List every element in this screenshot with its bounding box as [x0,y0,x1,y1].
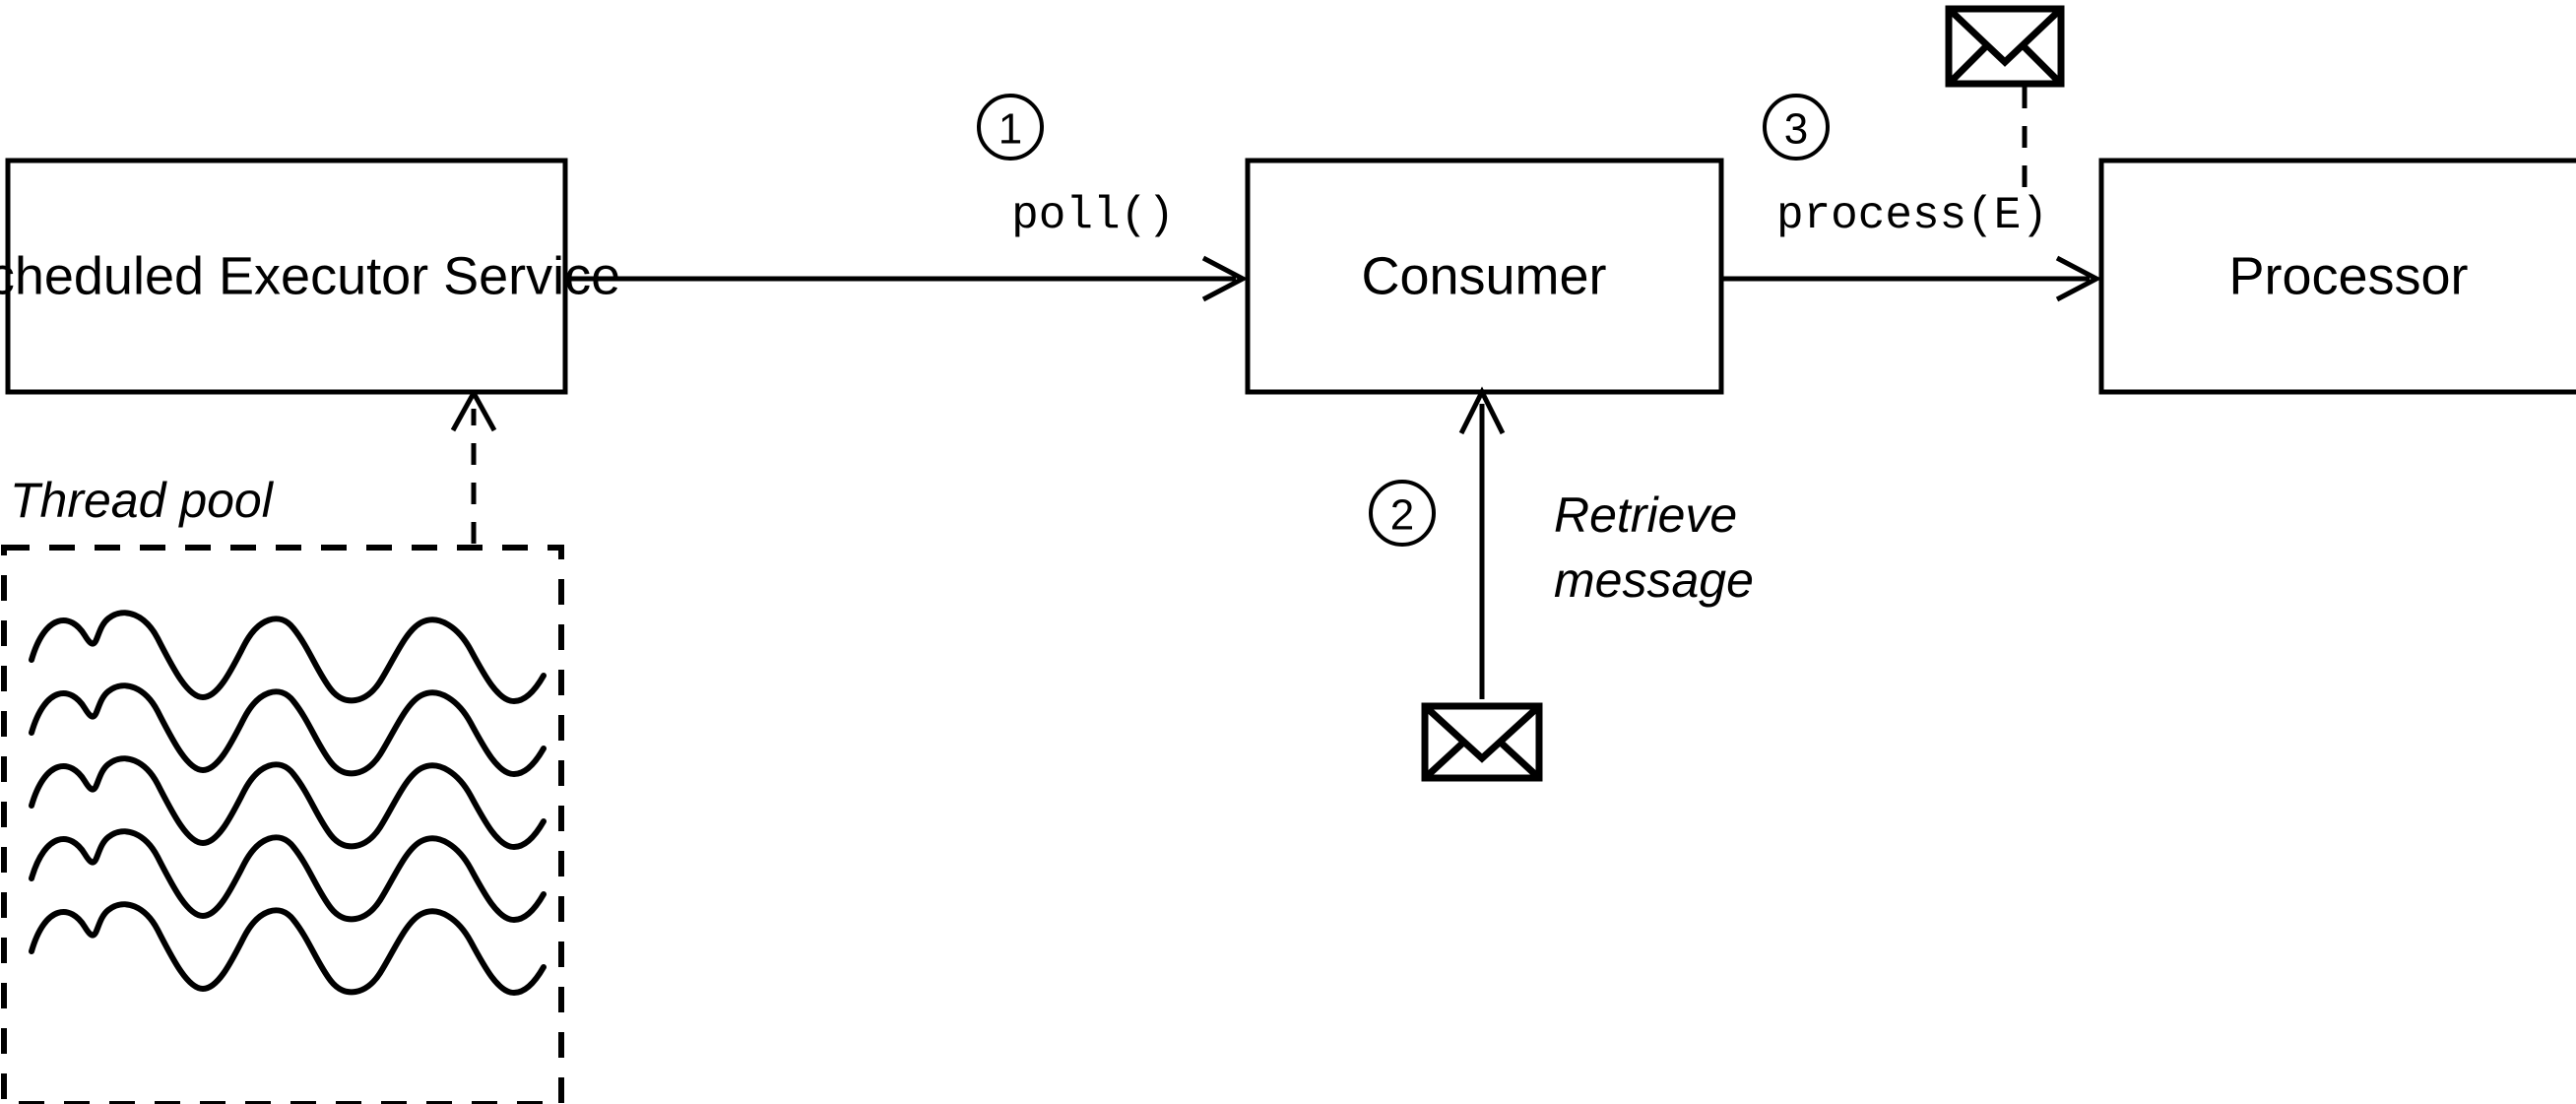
message-envelope-bottom [1421,702,1543,782]
poll-label: poll() [1011,190,1175,241]
thread-pool-label: Thread pool [10,473,275,528]
retrieve-label-line-2: message [1554,552,1754,608]
processor-label: Processor [2228,246,2468,305]
node-processor[interactable]: Processor [2098,158,2576,395]
scheduled-executor-service-label: Scheduled Executor Service [0,246,620,305]
edge-retrieve: 2 Retrieve message [1369,386,1754,699]
node-consumer[interactable]: Consumer [1245,158,1724,395]
process-label: process(E) [1776,190,2048,241]
thread-pool-group [1,545,564,1104]
step-badge-2-label: 2 [1390,491,1414,540]
edge-process: 3 process(E) [1721,94,2102,302]
thread-wave-5 [29,901,547,997]
step-badge-1-label: 1 [998,105,1022,154]
envelope-icon-body-bottom [1421,702,1543,782]
consumer-label: Consumer [1361,246,1606,305]
retrieve-label-line-1: Retrieve [1554,487,1737,543]
thread-pool-waves [29,610,547,997]
edge-threadpool-to-executor [450,387,497,544]
diagram-svg: Scheduled Executor Service 1 poll() Cons… [0,5,2576,1104]
diagram-canvas: Scheduled Executor Service 1 poll() Cons… [0,0,2576,1104]
message-envelope-top [1945,5,2065,88]
step-badge-3-label: 3 [1784,105,1808,154]
thread-pool-dashed-box [1,545,564,1104]
node-scheduled-executor-service[interactable]: Scheduled Executor Service [0,158,620,395]
edge-poll: 1 poll() [565,94,1249,302]
